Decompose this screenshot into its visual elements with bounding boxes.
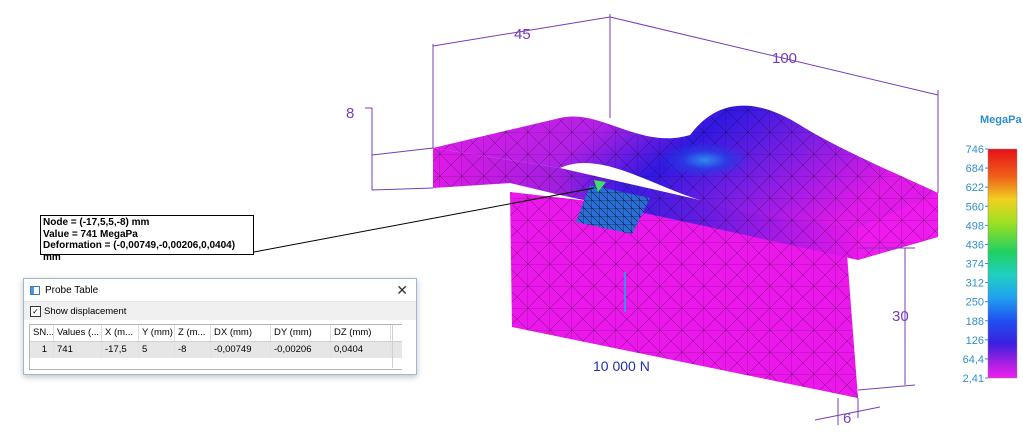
column-header[interactable]: Y (mm): [139, 325, 175, 341]
callout-node-line: Node = (-17,5,5,-8) mm: [43, 217, 150, 228]
legend-tick-label: 126: [966, 335, 984, 347]
column-header[interactable]: DY (mm): [271, 325, 331, 341]
callout-deformation-line: Deformation = (-0,00749,-0,00206,0,0404)…: [43, 240, 236, 263]
legend-tick-label: 436: [966, 239, 984, 251]
grid-header-row: SN... Values (... X (m... Y (mm) Z (m... DX (…: [30, 325, 402, 342]
column-header[interactable]: SN...: [30, 325, 54, 341]
stress-legend: MegaPa 746 684 622 560 498 436 374 312 250 188 126…: [963, 114, 1023, 385]
show-displacement-label[interactable]: Show displacement: [44, 306, 126, 317]
show-displacement-checkbox[interactable]: ✓: [30, 305, 41, 317]
probe-table-window[interactable]: Probe Table ✕ ✓ Show displacement SN... V…: [23, 278, 417, 375]
table-row[interactable]: 1 741 -17,5 5 -8 -0,00749 -0,00206 0,0404: [30, 342, 402, 358]
table-cell: -17,5: [102, 342, 139, 358]
table-cell: -8: [175, 342, 211, 358]
grid-separator: [392, 324, 393, 368]
dimension-6-label: 6: [843, 410, 851, 427]
legend-tick-label: 622: [966, 182, 984, 194]
grid-body: 1 741 -17,5 5 -8 -0,00749 -0,00206 0,0404: [30, 342, 402, 358]
column-header[interactable]: DZ (mm): [331, 325, 391, 341]
legend-tick-label: 64,4: [963, 354, 984, 366]
probe-results-grid[interactable]: SN... Values (... X (m... Y (mm) Z (m... DX (…: [29, 324, 402, 370]
legend-unit-label: MegaPa: [980, 114, 1022, 126]
legend-tick-label: 560: [966, 201, 984, 213]
callout-value-line: Value = 741 MegaPa: [43, 228, 138, 240]
table-app-icon: [30, 285, 40, 295]
load-label: 10 000 N: [593, 358, 650, 374]
close-icon[interactable]: ✕: [396, 282, 408, 299]
node-value-callout: Node = (-17,5,5,-8) mm Value = 741 MegaP…: [40, 215, 254, 263]
legend-tick-label: 250: [966, 297, 984, 309]
table-cell: -0,00206: [271, 342, 331, 358]
legend-tick-label: 312: [966, 278, 984, 290]
probe-options-bar: ✓ Show displacement: [24, 301, 416, 320]
table-cell: 1: [30, 342, 54, 358]
probe-table-title: Probe Table: [45, 284, 99, 296]
legend-tick-label: 498: [966, 220, 984, 232]
legend-tick-label: 188: [966, 316, 984, 328]
table-cell: 741: [54, 342, 102, 358]
column-header[interactable]: X (m...: [102, 325, 139, 341]
column-header[interactable]: Values (...: [54, 325, 102, 341]
dimension-100-label: 100: [772, 50, 797, 67]
table-cell: 5: [139, 342, 175, 358]
dimension-8-label: 8: [346, 105, 354, 122]
table-cell: 0,0404: [331, 342, 391, 358]
column-header[interactable]: Z (m...: [175, 325, 211, 341]
mesh-body: [433, 105, 938, 398]
dimension-30-label: 30: [892, 308, 909, 325]
legend-tick-label: 746: [966, 144, 984, 156]
dimension-45-label: 45: [514, 26, 531, 43]
column-header[interactable]: DX (mm): [211, 325, 271, 341]
legend-tick-label: 684: [966, 163, 984, 175]
legend-tick-label: 374: [966, 259, 984, 271]
legend-tick-label: 2,41: [963, 373, 984, 385]
table-cell: -0,00749: [211, 342, 271, 358]
legend-color-bar: [987, 148, 1018, 379]
probe-table-titlebar[interactable]: Probe Table ✕: [24, 279, 416, 301]
